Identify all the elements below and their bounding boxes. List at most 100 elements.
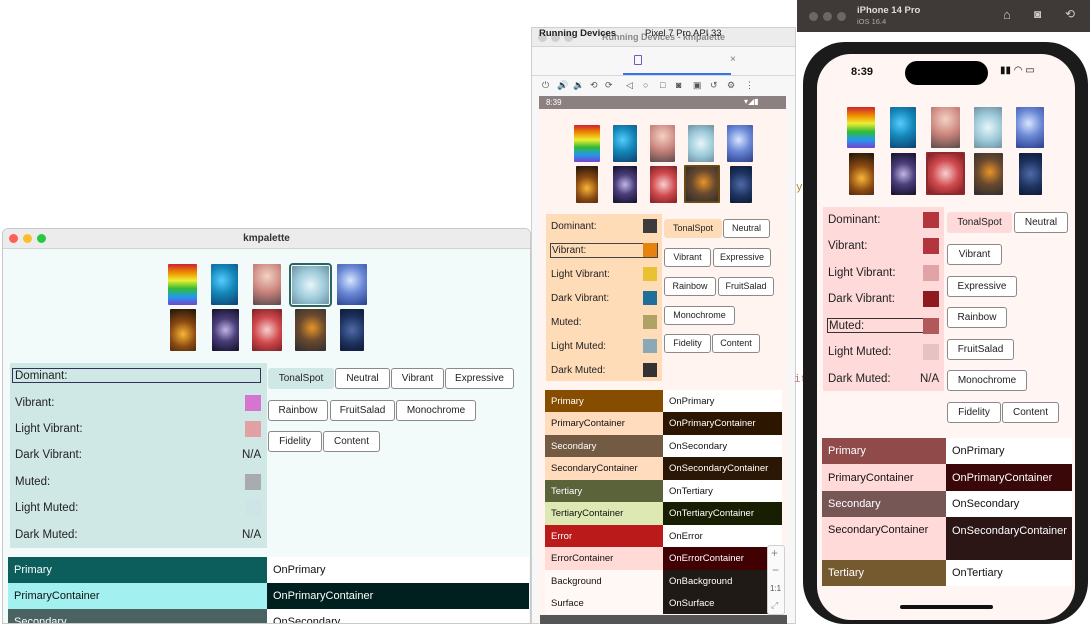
tab-running-devices[interactable]: Running Devices bbox=[539, 28, 616, 39]
image-thumbnail[interactable] bbox=[974, 107, 1002, 148]
tab-pixel-device[interactable]: Pixel 7 Pro API 33 bbox=[645, 28, 722, 39]
image-thumbnail[interactable] bbox=[849, 153, 874, 195]
image-thumbnail[interactable] bbox=[574, 125, 600, 162]
home-icon[interactable]: ⌂ bbox=[1003, 7, 1011, 22]
rotate-right-icon[interactable]: ⟳ bbox=[605, 80, 613, 91]
minimize-window-button[interactable] bbox=[23, 234, 32, 243]
role-label: Primary bbox=[828, 445, 866, 457]
close-window-button[interactable] bbox=[809, 12, 818, 21]
rotate-left-icon[interactable]: ⟲ bbox=[590, 80, 598, 91]
style-button-fidelity[interactable]: Fidelity bbox=[947, 402, 1001, 423]
style-button-tonalspot[interactable]: TonalSpot bbox=[947, 212, 1012, 233]
image-thumbnail[interactable] bbox=[650, 125, 675, 162]
style-button-content[interactable]: Content bbox=[323, 431, 380, 452]
android-nav-bar bbox=[540, 615, 787, 624]
role-cell-on-error-container: OnErrorContainer bbox=[663, 547, 782, 570]
home-icon[interactable]: ○ bbox=[643, 80, 648, 90]
image-thumbnail[interactable] bbox=[252, 309, 282, 351]
role-cell-on-tertiary-container: OnTertiaryContainer bbox=[663, 502, 782, 525]
role-cell-on-primary-container: OnPrimaryContainer bbox=[663, 412, 782, 435]
screenshot-icon[interactable]: ◙ bbox=[1034, 7, 1041, 21]
screenshot-icon[interactable]: ◙ bbox=[676, 80, 681, 90]
image-thumbnail[interactable] bbox=[650, 166, 677, 203]
role-cell-on-primary: OnPrimary bbox=[663, 390, 782, 412]
image-thumbnail[interactable] bbox=[727, 125, 753, 162]
image-thumbnail[interactable] bbox=[295, 309, 326, 351]
style-button-fruitsalad[interactable]: FruitSalad bbox=[947, 339, 1014, 360]
image-thumbnail[interactable] bbox=[974, 153, 1003, 195]
close-tab-icon[interactable]: × bbox=[730, 54, 736, 65]
image-thumbnail[interactable] bbox=[1016, 107, 1044, 148]
image-thumbnail[interactable] bbox=[576, 166, 598, 203]
swatch-label-dominant: Dominant: bbox=[828, 214, 881, 226]
image-thumbnail[interactable] bbox=[890, 107, 916, 148]
power-icon[interactable]: ⏻ bbox=[542, 80, 549, 91]
zoom-window-button[interactable] bbox=[37, 234, 46, 243]
role-cell-on-secondary-container: OnSecondaryContainer bbox=[663, 457, 782, 480]
image-thumbnail[interactable] bbox=[168, 264, 197, 305]
image-thumbnail[interactable] bbox=[847, 107, 875, 148]
back-icon[interactable]: ◁ bbox=[626, 80, 633, 91]
image-thumbnail[interactable] bbox=[730, 166, 752, 203]
style-button-monochrome[interactable]: Monochrome bbox=[664, 306, 735, 325]
style-button-fruitsalad[interactable]: FruitSalad bbox=[330, 400, 395, 421]
style-button-expressive[interactable]: Expressive bbox=[947, 276, 1017, 297]
style-button-tonalspot[interactable]: TonalSpot bbox=[664, 219, 722, 238]
role-label: PrimaryContainer bbox=[14, 590, 100, 602]
minimize-window-button[interactable] bbox=[823, 12, 832, 21]
style-button-monochrome[interactable]: Monochrome bbox=[947, 370, 1027, 391]
tab-divider bbox=[532, 75, 796, 76]
volume-up-icon[interactable]: 🔊 bbox=[557, 80, 568, 91]
snapshot-icon[interactable]: ↺ bbox=[710, 80, 718, 91]
volume-down-icon[interactable]: 🔉 bbox=[573, 80, 584, 91]
style-button-vibrant[interactable]: Vibrant bbox=[391, 368, 444, 389]
image-thumbnail[interactable] bbox=[613, 125, 637, 162]
style-button-rainbow[interactable]: Rainbow bbox=[664, 277, 716, 296]
style-button-fidelity[interactable]: Fidelity bbox=[268, 431, 322, 452]
style-button-expressive[interactable]: Expressive bbox=[445, 368, 514, 389]
style-button-expressive[interactable]: Expressive bbox=[713, 248, 771, 267]
zoom-window-button[interactable] bbox=[837, 12, 846, 21]
swatch-label-dark-muted: Dark Muted: bbox=[15, 529, 78, 541]
image-thumbnail[interactable] bbox=[170, 309, 196, 351]
image-thumbnail[interactable] bbox=[613, 166, 637, 203]
style-button-monochrome[interactable]: Monochrome bbox=[396, 400, 476, 421]
role-label: Error bbox=[551, 530, 573, 542]
rotate-icon[interactable]: ⟲ bbox=[1065, 7, 1075, 21]
style-button-content[interactable]: Content bbox=[1002, 402, 1059, 423]
style-button-vibrant[interactable]: Vibrant bbox=[664, 248, 711, 267]
style-button-content[interactable]: Content bbox=[712, 334, 760, 353]
kmpalette-desktop-window: kmpalette Dominant: Vibrant: Light Vibra… bbox=[2, 228, 531, 624]
style-button-rainbow[interactable]: Rainbow bbox=[268, 400, 328, 421]
image-thumbnail[interactable] bbox=[212, 309, 239, 351]
style-button-vibrant[interactable]: Vibrant bbox=[947, 244, 1002, 265]
more-options-icon[interactable]: ⋮ bbox=[745, 80, 754, 91]
zoom-out-icon[interactable]: − bbox=[772, 563, 779, 577]
extended-controls-icon[interactable]: ⚙ bbox=[727, 80, 735, 91]
image-thumbnail[interactable] bbox=[1019, 153, 1042, 195]
role-label: SecondaryContainer bbox=[551, 463, 638, 474]
zoom-fit-icon[interactable]: ⤢ bbox=[771, 600, 778, 611]
close-window-button[interactable] bbox=[9, 234, 18, 243]
style-button-neutral[interactable]: Neutral bbox=[723, 219, 770, 238]
zoom-in-icon[interactable]: + bbox=[771, 546, 778, 560]
image-thumbnail[interactable] bbox=[891, 153, 916, 195]
image-thumbnail[interactable] bbox=[340, 309, 364, 351]
style-button-fidelity[interactable]: Fidelity bbox=[664, 334, 711, 353]
image-thumbnail-selected[interactable] bbox=[289, 263, 332, 307]
image-thumbnail[interactable] bbox=[337, 264, 367, 305]
image-thumbnail-selected[interactable] bbox=[926, 152, 965, 195]
zoom-actual-size[interactable]: 1:1 bbox=[770, 584, 781, 593]
style-button-neutral[interactable]: Neutral bbox=[335, 368, 390, 389]
image-thumbnail[interactable] bbox=[253, 264, 281, 305]
style-button-neutral[interactable]: Neutral bbox=[1014, 212, 1068, 233]
screen-record-icon[interactable]: ▣ bbox=[693, 80, 702, 91]
image-thumbnail[interactable] bbox=[931, 107, 960, 148]
style-button-rainbow[interactable]: Rainbow bbox=[947, 307, 1007, 328]
style-button-fruitsalad[interactable]: FruitSalad bbox=[718, 277, 774, 296]
overview-icon[interactable]: □ bbox=[660, 80, 665, 90]
style-button-tonalspot[interactable]: TonalSpot bbox=[268, 368, 334, 389]
image-thumbnail[interactable] bbox=[211, 264, 238, 305]
image-thumbnail[interactable] bbox=[688, 125, 714, 162]
image-thumbnail-selected[interactable] bbox=[684, 165, 720, 203]
